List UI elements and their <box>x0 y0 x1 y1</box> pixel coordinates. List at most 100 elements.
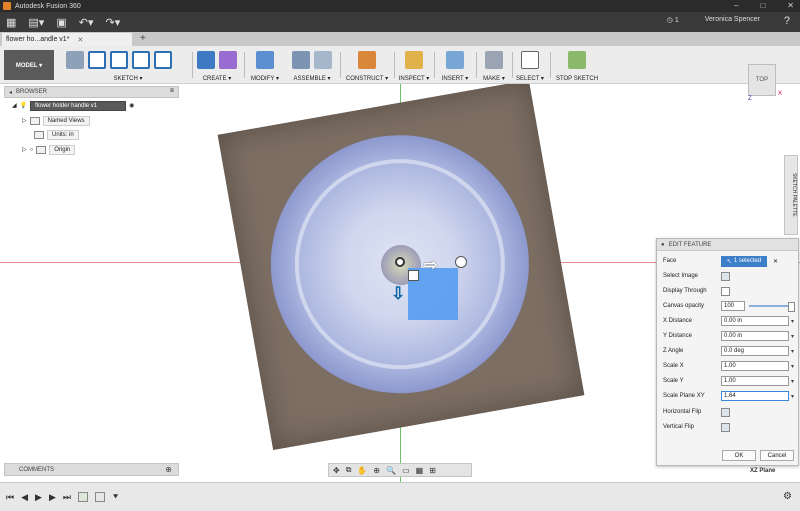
create-sketch-icon[interactable] <box>66 51 84 69</box>
clear-selection-icon[interactable]: ✕ <box>773 258 778 265</box>
stop-sketch-group[interactable]: STOP SKETCH <box>554 49 600 83</box>
rotate-handle[interactable] <box>455 256 467 268</box>
add-comment-icon[interactable]: ⊕ <box>165 465 172 474</box>
y-distance-input[interactable]: 0.00 in <box>721 331 789 341</box>
look-at-icon[interactable]: ⧉ <box>346 465 352 475</box>
form-icon[interactable] <box>219 51 237 69</box>
dialog-header[interactable]: ● EDIT FEATURE <box>657 239 798 251</box>
3d-print-icon[interactable] <box>485 51 503 69</box>
go-to-end-icon[interactable]: ⏭ <box>63 492 71 503</box>
horizontal-flip-icon[interactable] <box>721 407 730 417</box>
insert-group[interactable]: INSERT ▾ <box>438 49 472 83</box>
minimize-button[interactable]: – <box>734 1 738 10</box>
offset-plane-icon[interactable] <box>358 51 376 69</box>
user-name[interactable]: Veronica Spencer <box>705 16 760 24</box>
canvas-opacity-slider[interactable] <box>749 302 795 312</box>
save-icon[interactable]: ▣ <box>56 16 66 29</box>
canvas-opacity-input[interactable]: 100 <box>721 301 745 311</box>
make-group[interactable]: MAKE ▾ <box>480 49 508 83</box>
lightbulb-off-icon[interactable]: ○ <box>30 147 34 153</box>
document-tab[interactable]: flower ho...andle v1* ✕ <box>2 33 132 46</box>
timeline-canvas-feature-icon[interactable] <box>94 492 105 502</box>
vertical-flip-icon[interactable] <box>721 422 730 432</box>
scale-y-input[interactable]: 1.00 <box>721 376 789 386</box>
browser-item-named-views[interactable]: ▷ Named Views <box>22 115 90 126</box>
go-to-start-icon[interactable]: ⏮ <box>6 492 14 503</box>
undo-icon[interactable]: ↶▾ <box>79 16 94 29</box>
construct-group[interactable]: CONSTRUCT ▾ <box>344 49 390 83</box>
step-back-icon[interactable]: ◀ <box>21 492 28 503</box>
browser-item-units[interactable]: Units: in <box>34 129 79 140</box>
face-selection-button[interactable]: ↖ 1 selected <box>721 255 767 267</box>
new-tab-icon[interactable]: + <box>140 33 146 44</box>
expand-caret-icon[interactable]: ▷ <box>22 117 27 124</box>
collapse-caret-icon[interactable]: ◢ <box>12 102 17 109</box>
origin-point[interactable] <box>395 257 405 267</box>
assemble-group[interactable]: ASSEMBLE ▾ <box>288 49 336 83</box>
dialog-collapse-icon[interactable]: ● <box>661 242 665 248</box>
insert-canvas-icon[interactable] <box>446 51 464 69</box>
viewports-icon[interactable]: ⊞ <box>429 466 436 475</box>
select-arrow-icon[interactable] <box>521 51 539 69</box>
pan-icon[interactable]: ✋ <box>357 466 367 475</box>
measure-icon[interactable] <box>405 51 423 69</box>
browser-collapse-icon[interactable]: ◂ <box>9 89 12 96</box>
stop-sketch-icon[interactable] <box>568 51 586 69</box>
activate-radio-icon[interactable]: ◉ <box>129 102 134 109</box>
job-status[interactable]: ◷ 1 <box>667 16 679 24</box>
timeline-sketch-feature-icon[interactable] <box>77 492 88 502</box>
joint-icon[interactable] <box>314 51 332 69</box>
display-through-checkbox[interactable] <box>721 286 730 296</box>
sketch-palette-tab[interactable]: SKETCH PALETTE <box>784 155 798 235</box>
y-move-arrow-icon[interactable]: ⇩ <box>391 284 405 304</box>
scale-x-input[interactable]: 1.00 <box>721 361 789 371</box>
select-image-icon[interactable] <box>721 271 730 281</box>
line-icon[interactable] <box>88 51 106 69</box>
x-distance-dropdown-icon[interactable]: ▾ <box>791 318 794 325</box>
zoom-icon[interactable]: ⊕ <box>373 466 380 475</box>
press-pull-icon[interactable] <box>256 51 274 69</box>
dimension-icon[interactable] <box>132 51 150 69</box>
display-settings-icon[interactable]: ▭ <box>402 466 410 475</box>
scale-plane-dropdown-icon[interactable]: ▾ <box>791 393 794 400</box>
scale-y-dropdown-icon[interactable]: ▾ <box>791 378 794 385</box>
grid-settings-icon[interactable]: ▦ <box>416 466 424 475</box>
comments-panel[interactable]: COMMENTS ⊕ <box>4 463 179 476</box>
help-icon[interactable]: ? <box>784 15 790 27</box>
canvas-image[interactable] <box>217 84 585 451</box>
rectangle-icon[interactable] <box>110 51 128 69</box>
step-forward-icon[interactable]: ▶ <box>49 492 56 503</box>
x-distance-input[interactable]: 0.00 in <box>721 316 789 326</box>
tab-close-icon[interactable]: ✕ <box>77 36 83 44</box>
z-angle-input[interactable]: 0.0 deg <box>721 346 789 356</box>
scale-plane-input[interactable]: 1.64 <box>721 391 789 401</box>
browser-root-item[interactable]: ◢ 💡 flower holder handle v1 ◉ <box>12 100 134 111</box>
play-icon[interactable]: ▶ <box>35 492 42 503</box>
z-angle-dropdown-icon[interactable]: ▾ <box>791 348 794 355</box>
cancel-button[interactable]: Cancel <box>760 450 794 461</box>
extrude-icon[interactable] <box>197 51 215 69</box>
close-button[interactable]: ✕ <box>787 1 794 10</box>
expand-caret-icon[interactable]: ▷ <box>22 146 27 153</box>
new-component-icon[interactable] <box>292 51 310 69</box>
sketch-group[interactable]: SKETCH ▾ <box>66 49 190 83</box>
y-distance-dropdown-icon[interactable]: ▾ <box>791 333 794 340</box>
redo-icon[interactable]: ↷▾ <box>105 16 120 29</box>
inspect-group[interactable]: INSPECT ▾ <box>398 49 430 83</box>
spline-icon[interactable] <box>154 51 172 69</box>
lightbulb-icon[interactable]: 💡 <box>20 102 27 109</box>
timeline-settings-gear-icon[interactable]: ⚙ <box>783 491 792 502</box>
x-move-arrow-icon[interactable]: ⇨ <box>424 255 437 275</box>
data-panel-grid-icon[interactable]: ▦ <box>6 16 16 29</box>
browser-item-origin[interactable]: ▷ ○ Origin <box>22 144 76 155</box>
timeline-marker-icon[interactable]: ⯆ <box>112 492 119 503</box>
file-menu-icon[interactable]: ▤▾ <box>28 16 44 29</box>
orbit-icon[interactable]: ✥ <box>333 466 340 475</box>
create-group[interactable]: CREATE ▾ <box>196 49 238 83</box>
viewcube[interactable]: TOP <box>748 64 776 96</box>
browser-hide-icon[interactable]: ⧈ <box>170 88 174 95</box>
modify-group[interactable]: MODIFY ▾ <box>250 49 280 83</box>
scale-x-dropdown-icon[interactable]: ▾ <box>791 363 794 370</box>
scale-handle[interactable] <box>408 270 419 281</box>
maximize-button[interactable]: □ <box>760 1 765 10</box>
